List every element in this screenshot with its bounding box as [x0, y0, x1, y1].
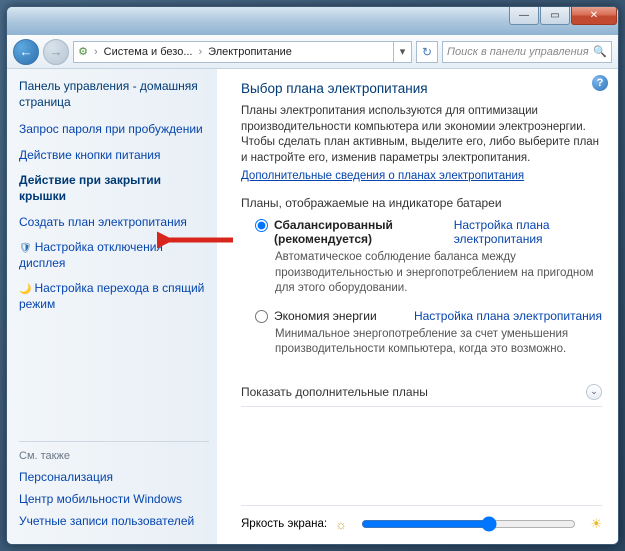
plan-saver-radio[interactable]: [255, 310, 268, 323]
titlebar: — ▭ ✕: [7, 7, 618, 35]
minimize-button[interactable]: —: [509, 7, 539, 25]
plan-saver-config-link[interactable]: Настройка плана электропитания: [414, 309, 602, 323]
show-more-plans[interactable]: Показать дополнительные планы ⌄: [241, 384, 602, 407]
sidebar-sublink-mobility[interactable]: Центр мобильности Windows: [19, 492, 209, 506]
page-title: Выбор плана электропитания: [241, 81, 602, 96]
breadcrumb-sep: ›: [197, 46, 205, 58]
sidebar-seealso-header: См. также: [19, 441, 209, 462]
breadcrumb-segment-1[interactable]: Система и безо...: [100, 46, 197, 58]
plan-balanced-radio[interactable]: [255, 219, 268, 232]
search-placeholder: Поиск в панели управления: [447, 46, 593, 58]
sidebar: Панель управления - домашняя страница За…: [7, 69, 217, 544]
plan-balanced: Сбалансированный (рекомендуется) Настрой…: [255, 218, 602, 297]
forward-button[interactable]: →: [43, 39, 69, 65]
breadcrumb-icon: ⚙: [74, 45, 92, 58]
plan-saver-title: Экономия энергии: [274, 309, 377, 323]
back-button[interactable]: ←: [13, 39, 39, 65]
sidebar-item-sleep[interactable]: Настройка перехода в спящий режим: [19, 281, 209, 312]
refresh-button[interactable]: ↻: [416, 41, 438, 63]
sidebar-home-link[interactable]: Панель управления - домашняя страница: [19, 79, 209, 110]
chevron-down-icon: ⌄: [586, 384, 602, 400]
search-icon: 🔍: [593, 45, 607, 58]
sun-bright-icon: ☀: [590, 516, 602, 532]
search-input[interactable]: Поиск в панели управления 🔍: [442, 41, 612, 63]
breadcrumb-segment-2[interactable]: Электропитание: [204, 46, 296, 58]
brightness-footer: Яркость экрана: ☼ ☀: [241, 505, 602, 536]
show-more-plans-label: Показать дополнительные планы: [241, 385, 428, 399]
plan-balanced-config-link[interactable]: Настройка плана электропитания: [454, 218, 602, 246]
sidebar-item-power-button[interactable]: Действие кнопки питания: [19, 148, 209, 164]
body: Панель управления - домашняя страница За…: [7, 69, 618, 544]
main-content: ? Выбор плана электропитания Планы элект…: [217, 69, 618, 544]
control-panel-window: — ▭ ✕ ← → ⚙ › Система и безо... › Электр…: [6, 6, 619, 545]
plan-saver: Экономия энергии Настройка плана электро…: [255, 309, 602, 358]
page-description: Планы электропитания используются для оп…: [241, 104, 602, 166]
sidebar-sublink-personalization[interactable]: Персонализация: [19, 470, 209, 484]
breadcrumb-sep: ›: [92, 46, 100, 58]
brightness-slider-wrap: [355, 514, 582, 534]
breadcrumb[interactable]: ⚙ › Система и безо... › Электропитание ▾: [73, 41, 412, 63]
sun-dim-icon: ☼: [335, 517, 347, 532]
plan-balanced-desc: Автоматическое соблюдение баланса между …: [275, 250, 602, 297]
close-button[interactable]: ✕: [571, 7, 617, 25]
window-buttons: — ▭ ✕: [509, 7, 618, 25]
brightness-slider[interactable]: [361, 516, 576, 532]
more-info-link[interactable]: Дополнительные сведения о планах электро…: [241, 170, 602, 182]
sidebar-sublink-accounts[interactable]: Учетные записи пользователей: [19, 514, 209, 528]
plan-saver-desc: Минимальное энергопотребление за счет ум…: [275, 327, 602, 358]
brightness-label: Яркость экрана:: [241, 518, 327, 530]
breadcrumb-dropdown[interactable]: ▾: [393, 42, 411, 62]
sidebar-item-lid-close[interactable]: Действие при закрытии крышки: [19, 173, 209, 204]
sidebar-item-display-off[interactable]: Настройка отключения дисплея: [19, 240, 209, 271]
plans-header: Планы, отображаемые на индикаторе батаре…: [241, 196, 602, 210]
maximize-button[interactable]: ▭: [540, 7, 570, 25]
sidebar-item-create-plan[interactable]: Создать план электропитания: [19, 215, 209, 231]
toolbar: ← → ⚙ › Система и безо... › Электропитан…: [7, 35, 618, 69]
sidebar-item-password-wake[interactable]: Запрос пароля при пробуждении: [19, 122, 209, 138]
plan-balanced-title: Сбалансированный (рекомендуется): [274, 218, 448, 246]
help-icon[interactable]: ?: [592, 75, 608, 91]
